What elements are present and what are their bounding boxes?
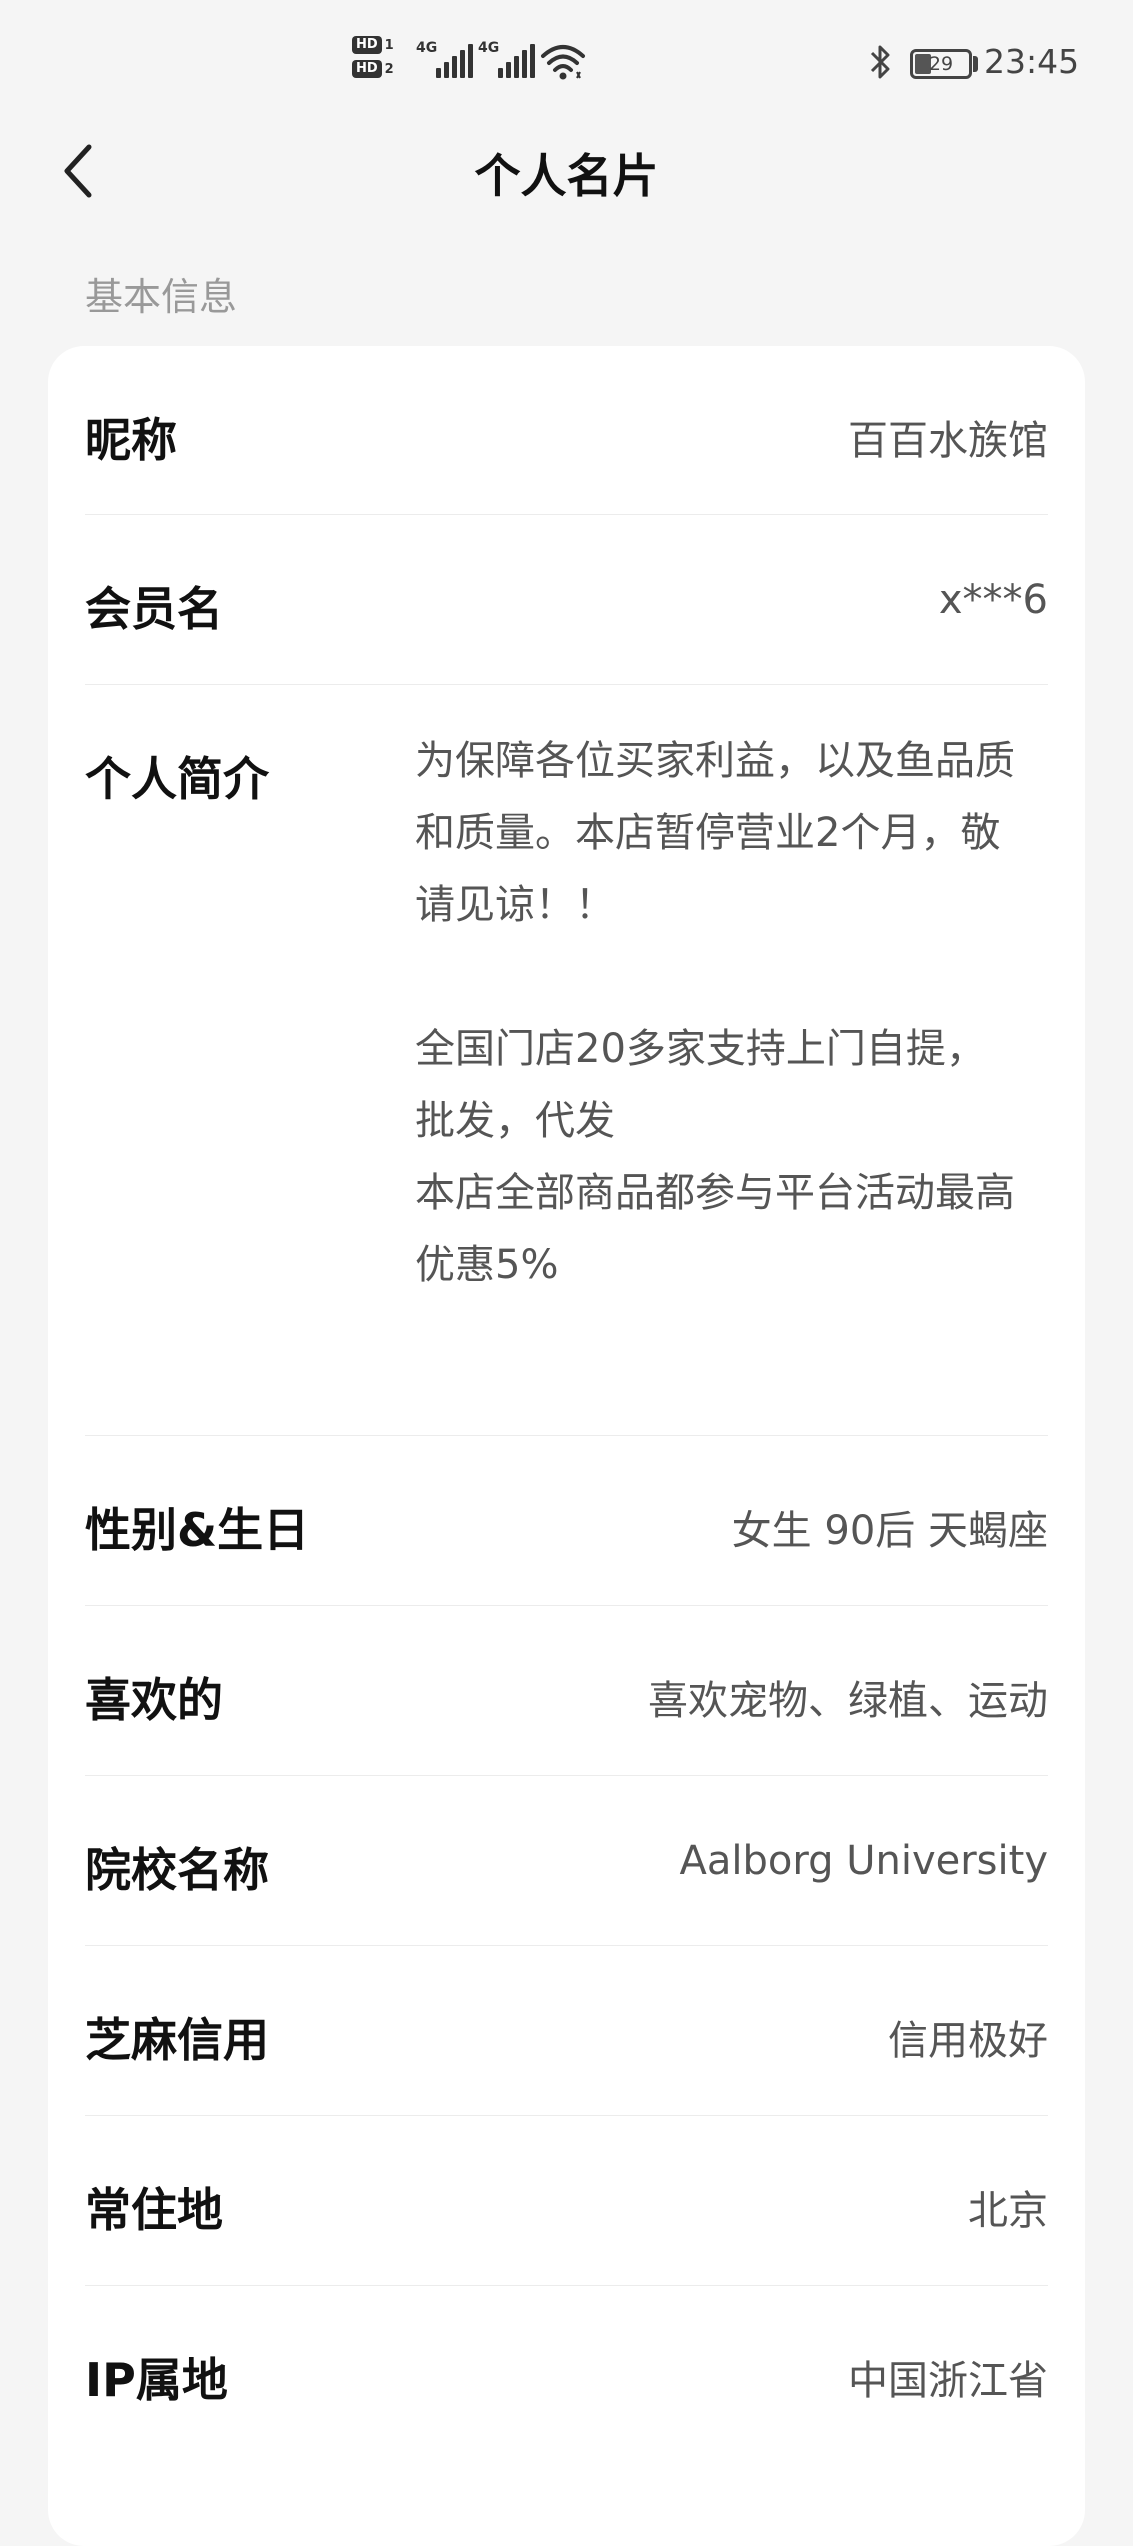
battery-tip [973, 56, 978, 72]
status-time: 23:45 [984, 42, 1080, 81]
bio-text: 为保障各位买家利益，以及鱼品质 和质量。本店暂停营业2个月，敬 请见谅！！ 全国… [415, 725, 1055, 1301]
network-type-1: 4G [416, 40, 438, 56]
row-nickname[interactable]: 昵称 百百水族馆 [85, 346, 1048, 515]
bio-line: 请见谅！！ [415, 882, 615, 928]
bio-line: 为保障各位买家利益，以及鱼品质 [415, 738, 1015, 784]
bio-line: 批发，代发 [415, 1098, 615, 1144]
bluetooth-icon [870, 45, 890, 79]
row-label: 昵称 [85, 413, 177, 467]
sim-indicators: HD 1 HD 2 [352, 36, 408, 84]
row-value: x***6 [938, 577, 1048, 623]
sim-2-number: 2 [384, 61, 394, 77]
row-label: 院校名称 [85, 1843, 269, 1897]
row-residence[interactable]: 常住地 北京 [85, 2116, 1048, 2286]
battery-icon: 29 [910, 49, 972, 79]
row-value: 信用极好 [888, 2018, 1048, 2064]
wifi-icon [541, 45, 585, 80]
bio-line: 优惠5% [415, 1242, 559, 1288]
row-value: 北京 [968, 2188, 1048, 2234]
bio-line: 和质量。本店暂停营业2个月，敬 [415, 810, 1001, 856]
bio-line: 本店全部商品都参与平台活动最高 [415, 1170, 1015, 1216]
row-gender-birthday[interactable]: 性别&生日 女生 90后 天蝎座 [85, 1436, 1048, 1606]
row-value: 中国浙江省 [848, 2358, 1048, 2404]
row-label: 芝麻信用 [85, 2013, 269, 2067]
profile-card: 昵称 百百水族馆 会员名 x***6 个人简介 为保障各位买家利益，以及鱼品质 … [48, 346, 1085, 2546]
row-label: IP属地 [85, 2353, 228, 2407]
row-label: 性别&生日 [85, 1503, 310, 1557]
row-value: 百百水族馆 [848, 418, 1048, 464]
row-value: 女生 90后 天蝎座 [731, 1508, 1048, 1554]
bio-line: 全国门店20多家支持上门自提， [415, 1026, 986, 1072]
row-label: 喜欢的 [85, 1673, 223, 1727]
section-label: 基本信息 [85, 275, 238, 319]
row-likes[interactable]: 喜欢的 喜欢宠物、绿植、运动 [85, 1606, 1048, 1776]
status-bar: HD 1 HD 2 4G 4G 29 23:45 [0, 0, 1133, 128]
row-school[interactable]: 院校名称 Aalborg University [85, 1776, 1048, 1946]
row-label: 个人简介 [85, 752, 269, 806]
hd-badge-2: HD [352, 60, 382, 78]
row-member-name[interactable]: 会员名 x***6 [85, 515, 1048, 685]
row-sesame-credit[interactable]: 芝麻信用 信用极好 [85, 1946, 1048, 2116]
row-label: 常住地 [85, 2183, 223, 2237]
row-label: 会员名 [85, 582, 223, 636]
row-value: 喜欢宠物、绿植、运动 [648, 1678, 1048, 1724]
row-ip-location[interactable]: IP属地 中国浙江省 [85, 2286, 1048, 2456]
battery-level: 29 [928, 53, 954, 75]
page-title: 个人名片 [474, 149, 659, 203]
bio-spacer [415, 941, 1055, 1013]
hd-badge-1: HD [352, 36, 382, 54]
row-bio[interactable]: 个人简介 为保障各位买家利益，以及鱼品质 和质量。本店暂停营业2个月，敬 请见谅… [85, 685, 1048, 1436]
sim-1-number: 1 [384, 37, 394, 53]
network-type-2: 4G [478, 40, 500, 56]
row-value: Aalborg University [679, 1838, 1048, 1884]
header: 个人名片 [0, 128, 1133, 218]
